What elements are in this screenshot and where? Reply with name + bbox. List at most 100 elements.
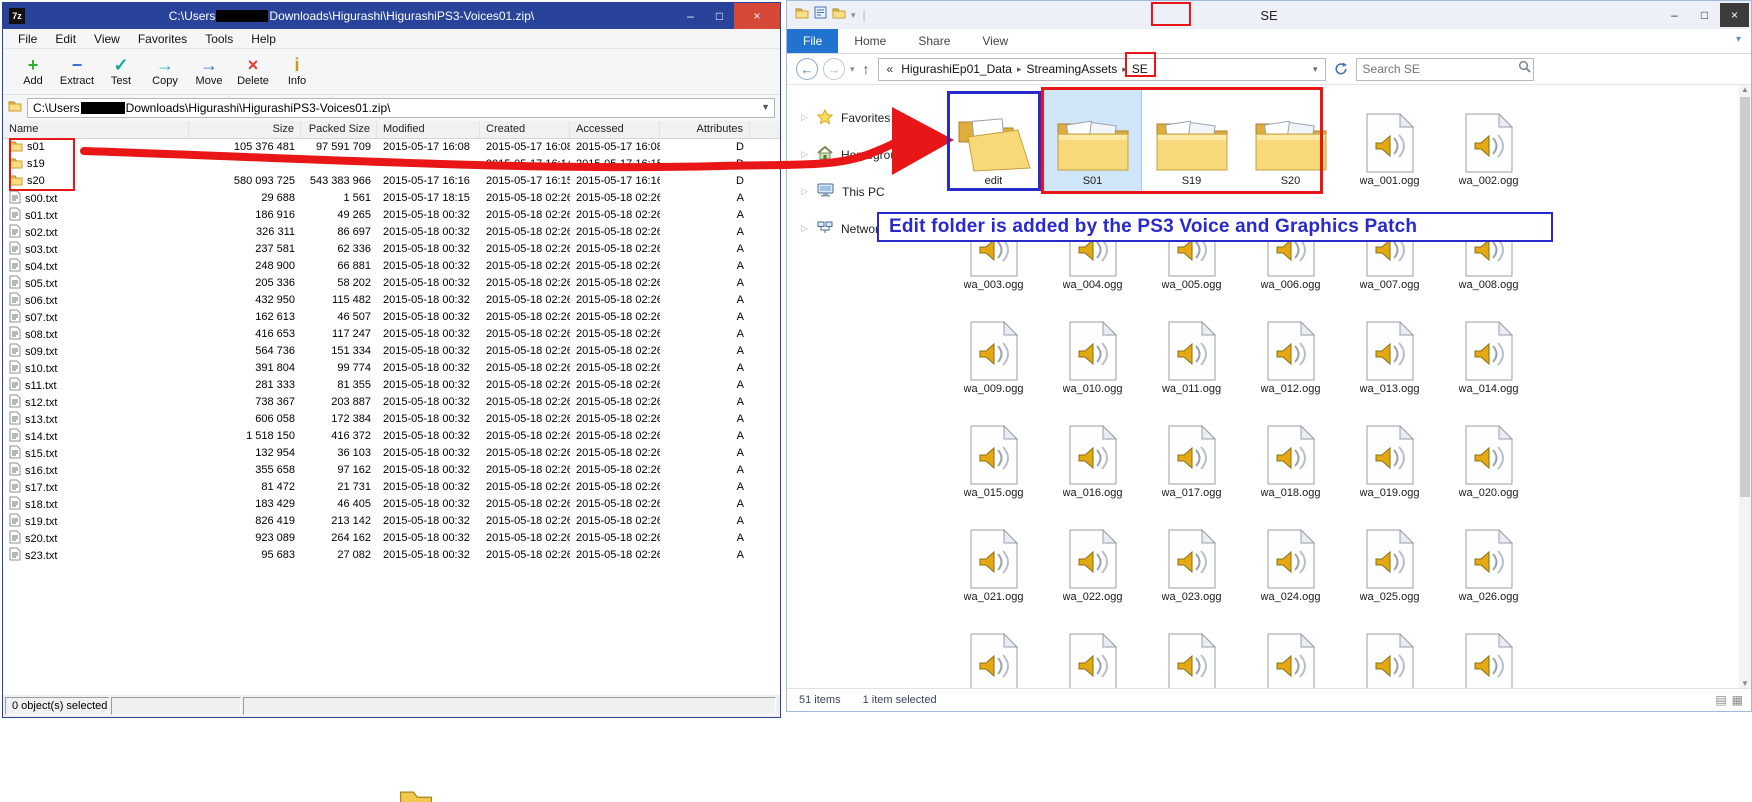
tab-view[interactable]: View xyxy=(966,29,1024,53)
thumbnail-view-icon[interactable]: ▦ xyxy=(1732,693,1743,707)
folder-tile-edit[interactable]: edit xyxy=(945,89,1042,193)
table-row[interactable]: s18.txt183 42946 4052015-05-18 00:322015… xyxy=(3,496,780,513)
file-tile-wa_019[interactable]: wa_019.ogg xyxy=(1341,401,1438,505)
sidebar-item-favorites[interactable]: ▷Favorites xyxy=(787,99,943,136)
table-row[interactable]: s09.txt564 736151 3342015-05-18 00:32201… xyxy=(3,343,780,360)
copy-button[interactable]: →Copy xyxy=(143,56,187,87)
folder-tile-s01[interactable]: S01 xyxy=(1044,89,1141,193)
tab-file[interactable]: File xyxy=(787,29,838,53)
file-tile-wa_022[interactable]: wa_022.ogg xyxy=(1044,505,1141,609)
table-row[interactable]: s17.txt81 47221 7312015-05-18 00:322015-… xyxy=(3,479,780,496)
table-row[interactable]: s15.txt132 95436 1032015-05-18 00:322015… xyxy=(3,445,780,462)
back-button[interactable]: ← xyxy=(796,58,818,80)
file-tile-partial[interactable] xyxy=(1341,609,1438,688)
up-button[interactable]: ↑ xyxy=(863,61,870,77)
tab-home[interactable]: Home xyxy=(838,29,902,53)
file-tile-wa_024[interactable]: wa_024.ogg xyxy=(1242,505,1339,609)
table-row[interactable]: s12.txt738 367203 8872015-05-18 00:32201… xyxy=(3,394,780,411)
close-button[interactable]: × xyxy=(734,3,780,29)
file-tile-wa_020[interactable]: wa_020.ogg xyxy=(1440,401,1537,505)
file-tile-wa_007[interactable]: wa_007.ogg xyxy=(1341,193,1438,297)
menu-favorites[interactable]: Favorites xyxy=(129,32,196,46)
add-button[interactable]: +Add xyxy=(11,56,55,87)
sidebar-item-this-pc[interactable]: ▷This PC xyxy=(787,173,943,210)
file-tile-wa_023[interactable]: wa_023.ogg xyxy=(1143,505,1240,609)
file-tile-wa_011[interactable]: wa_011.ogg xyxy=(1143,297,1240,401)
file-tile-partial[interactable] xyxy=(1440,609,1537,688)
sidebar-item-homegroup[interactable]: ▷Homegroup xyxy=(787,136,943,173)
breadcrumb-overflow-icon[interactable]: « xyxy=(884,62,897,76)
column-header-accessed[interactable]: Accessed xyxy=(570,121,660,138)
column-header-modified[interactable]: Modified xyxy=(377,121,480,138)
file-tile-wa_017[interactable]: wa_017.ogg xyxy=(1143,401,1240,505)
file-tile-wa_012[interactable]: wa_012.ogg xyxy=(1242,297,1339,401)
file-tile-wa_021[interactable]: wa_021.ogg xyxy=(945,505,1042,609)
file-tile-wa_014[interactable]: wa_014.ogg xyxy=(1440,297,1537,401)
table-row[interactable]: s06.txt432 950115 4822015-05-18 00:32201… xyxy=(3,292,780,309)
column-header-size[interactable]: Size xyxy=(189,121,301,138)
maximize-button[interactable]: □ xyxy=(1690,3,1719,27)
expander-icon[interactable]: ▷ xyxy=(801,223,809,234)
table-row[interactable]: s20.txt923 089264 1622015-05-18 00:32201… xyxy=(3,530,780,547)
table-row[interactable]: s00.txt29 6881 5612015-05-17 18:152015-0… xyxy=(3,190,780,207)
table-row[interactable]: s03.txt237 58162 3362015-05-18 00:322015… xyxy=(3,241,780,258)
expander-icon[interactable]: ▷ xyxy=(801,112,809,123)
table-row[interactable]: s01105 376 48197 591 7092015-05-17 16:08… xyxy=(3,139,780,156)
close-button[interactable]: × xyxy=(1720,3,1749,27)
table-row[interactable]: s13.txt606 058172 3842015-05-18 00:32201… xyxy=(3,411,780,428)
chevron-down-icon[interactable]: ▾ xyxy=(1313,64,1320,75)
file-tile-wa_018[interactable]: wa_018.ogg xyxy=(1242,401,1339,505)
folder-tile-s19[interactable]: S19 xyxy=(1143,89,1240,193)
table-row[interactable]: s05.txt205 33658 2022015-05-18 00:322015… xyxy=(3,275,780,292)
file-tile-wa_003[interactable]: wa_003.ogg xyxy=(945,193,1042,297)
file-tile-partial[interactable] xyxy=(945,609,1042,688)
forward-button[interactable]: → xyxy=(823,58,845,80)
table-row[interactable]: s01.txt186 91649 2652015-05-18 00:322015… xyxy=(3,207,780,224)
file-tile-wa_026[interactable]: wa_026.ogg xyxy=(1440,505,1537,609)
file-tile-wa_015[interactable]: wa_015.ogg xyxy=(945,401,1042,505)
scroll-up-icon[interactable]: ▲ xyxy=(1741,85,1749,94)
scrollbar-thumb[interactable] xyxy=(1740,97,1750,497)
sidebar-item-network[interactable]: ▷Network xyxy=(787,210,943,247)
table-row[interactable]: s02.txt326 31186 6972015-05-18 00:322015… xyxy=(3,224,780,241)
table-row[interactable]: s14.txt1 518 150416 3722015-05-18 00:322… xyxy=(3,428,780,445)
file-tile-partial[interactable] xyxy=(1242,609,1339,688)
info-button[interactable]: iInfo xyxy=(275,56,319,87)
folder-tile-s20[interactable]: S20 xyxy=(1242,89,1339,193)
file-tile-wa_002[interactable]: wa_002.ogg xyxy=(1440,89,1537,193)
file-tile-partial[interactable] xyxy=(1143,609,1240,688)
column-header-attributes[interactable]: Attributes xyxy=(660,121,750,138)
table-row[interactable]: s23.txt95 68327 0822015-05-18 00:322015-… xyxy=(3,547,780,564)
file-tile-wa_008[interactable]: wa_008.ogg xyxy=(1440,193,1537,297)
file-tile-wa_006[interactable]: wa_006.ogg xyxy=(1242,193,1339,297)
breadcrumb-segment-se[interactable]: SE xyxy=(1127,62,1153,76)
column-header-packed-size[interactable]: Packed Size xyxy=(301,121,377,138)
column-header-name[interactable]: Name xyxy=(3,121,189,138)
table-row[interactable]: s20580 093 725543 383 9662015-05-17 16:1… xyxy=(3,173,780,190)
scroll-down-icon[interactable]: ▼ xyxy=(1741,679,1749,688)
menu-tools[interactable]: Tools xyxy=(196,32,242,46)
address-input[interactable]: C:\UsersDownloads\Higurashi\HigurashiPS3… xyxy=(27,98,775,118)
file-tile-wa_001[interactable]: wa_001.ogg xyxy=(1341,89,1438,193)
properties-icon[interactable] xyxy=(814,6,827,24)
breadcrumb-segment-streamingassets[interactable]: StreamingAssets xyxy=(1022,62,1123,76)
column-header-created[interactable]: Created xyxy=(480,121,570,138)
tab-share[interactable]: Share xyxy=(902,29,966,53)
taskbar-folder-icon[interactable] xyxy=(398,787,434,802)
search-icon[interactable] xyxy=(1518,60,1531,78)
file-tile-wa_013[interactable]: wa_013.ogg xyxy=(1341,297,1438,401)
minimize-button[interactable]: – xyxy=(1660,3,1689,27)
table-row[interactable]: s19.txt826 419213 1422015-05-18 00:32201… xyxy=(3,513,780,530)
extract-button[interactable]: −Extract xyxy=(55,56,99,87)
table-row[interactable]: s11.txt281 33381 3552015-05-18 00:322015… xyxy=(3,377,780,394)
menu-view[interactable]: View xyxy=(85,32,129,46)
refresh-icon[interactable] xyxy=(1331,58,1351,80)
table-row[interactable]: s07.txt162 61346 5072015-05-18 00:322015… xyxy=(3,309,780,326)
breadcrumb[interactable]: « HigurashiEp01_Data▸StreamingAssets▸SE … xyxy=(878,58,1326,81)
delete-button[interactable]: ×Delete xyxy=(231,56,275,87)
menu-help[interactable]: Help xyxy=(242,32,285,46)
minimize-button[interactable]: – xyxy=(676,3,705,29)
maximize-button[interactable]: □ xyxy=(705,3,734,29)
expander-icon[interactable]: ▷ xyxy=(801,149,809,160)
file-tile-wa_025[interactable]: wa_025.ogg xyxy=(1341,505,1438,609)
